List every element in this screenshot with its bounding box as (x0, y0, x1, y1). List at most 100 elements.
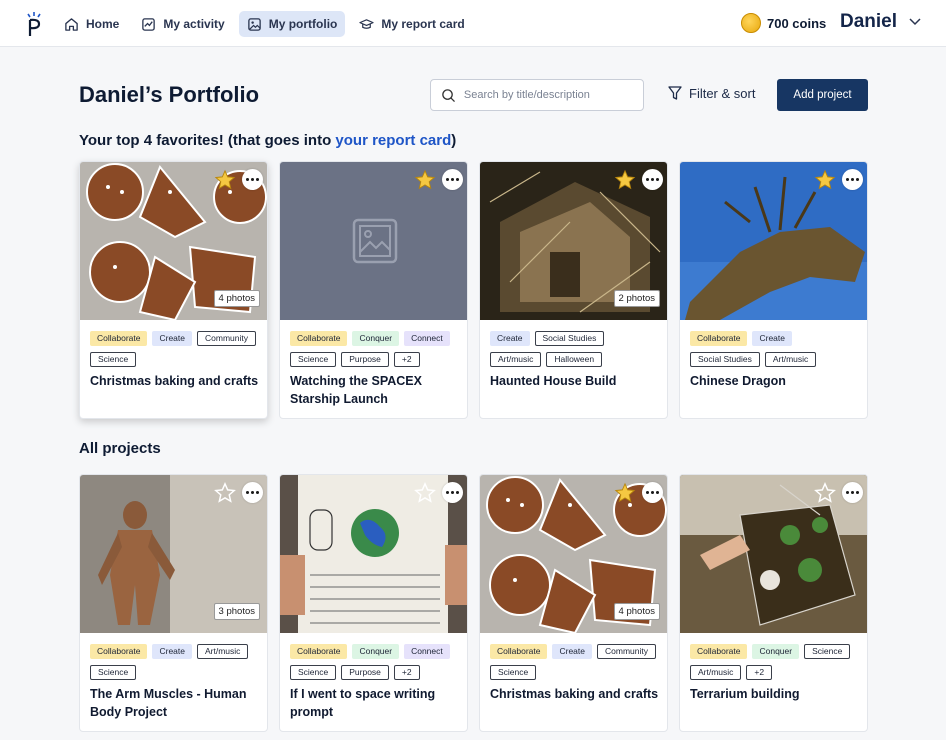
project-thumbnail[interactable] (280, 162, 467, 320)
more-options-icon[interactable] (442, 482, 463, 503)
terrarium-photo (680, 475, 867, 633)
chevron-down-icon (909, 18, 921, 26)
search-icon (442, 88, 455, 102)
portfolio-icon (247, 17, 261, 31)
tag: Connect (404, 331, 450, 346)
more-options-icon[interactable] (442, 169, 463, 190)
tag: Conquer (752, 644, 800, 659)
star-outline-icon[interactable] (414, 482, 436, 504)
project-thumbnail[interactable]: 3 photos (80, 475, 267, 633)
tag: +2 (746, 665, 773, 680)
photo-count-badge: 2 photos (613, 290, 660, 307)
tag: Community (197, 331, 256, 346)
nav-home[interactable]: Home (56, 11, 127, 37)
search-input[interactable] (463, 89, 633, 101)
photo-count-badge: 4 photos (613, 603, 660, 620)
top-navbar: Home My activity My portfolio My report … (0, 0, 946, 47)
tag: Community (597, 644, 656, 659)
user-menu[interactable]: Daniel (840, 11, 921, 33)
photo-count-badge: 3 photos (213, 603, 260, 620)
coins-label: 700 coins (767, 15, 827, 31)
tag: Art/music (690, 665, 742, 680)
project-card[interactable]: 3 photos Collaborate Create Art/music Sc… (79, 474, 268, 732)
project-thumbnail[interactable] (280, 475, 467, 633)
project-thumbnail[interactable]: 4 photos (480, 475, 667, 633)
star-outline-icon[interactable] (214, 482, 236, 504)
all-projects-heading: All projects (79, 440, 161, 457)
nav-my-portfolio[interactable]: My portfolio (238, 11, 346, 37)
tag-list: Collaborate Create Community Science (480, 633, 667, 680)
nav-my-activity[interactable]: My activity (133, 11, 232, 37)
tag-list: Collaborate Conquer Connect Science Purp… (280, 320, 467, 367)
add-project-button[interactable]: Add project (777, 79, 868, 111)
image-placeholder-icon (352, 218, 397, 264)
star-filled-icon[interactable] (614, 169, 636, 191)
graduation-cap-icon (359, 18, 375, 29)
tag: Collaborate (690, 331, 748, 346)
star-filled-icon[interactable] (614, 482, 636, 504)
more-options-icon[interactable] (842, 169, 863, 190)
project-title: Christmas baking and crafts (90, 374, 259, 388)
favorites-heading: Your top 4 favorites! (that goes into yo… (79, 132, 456, 149)
favorites-heading-prefix: Your top 4 favorites! (that goes into (79, 132, 336, 149)
more-options-icon[interactable] (242, 482, 263, 503)
tag: +2 (393, 352, 420, 367)
project-thumbnail[interactable] (680, 475, 867, 633)
project-card[interactable]: Collaborate Conquer Connect Science Purp… (279, 474, 468, 732)
tag: Science (290, 352, 337, 367)
tag: Halloween (546, 352, 603, 367)
more-options-icon[interactable] (642, 482, 663, 503)
project-thumbnail[interactable]: 4 photos (80, 162, 267, 320)
all-projects-row: 3 photos Collaborate Create Art/music Sc… (79, 474, 868, 732)
star-filled-icon[interactable] (814, 169, 836, 191)
coins-balance: 700 coins (741, 13, 826, 33)
nav-portfolio-label: My portfolio (268, 17, 338, 31)
favorites-heading-suffix: ) (451, 132, 457, 149)
tag: Science (90, 352, 137, 367)
tag-list: Collaborate Create Art/music Science (80, 633, 267, 680)
star-filled-icon[interactable] (414, 169, 436, 191)
project-title: Chinese Dragon (690, 374, 786, 388)
project-thumbnail[interactable]: 2 photos (480, 162, 667, 320)
project-title: Christmas baking and crafts (490, 687, 659, 701)
report-card-link[interactable]: your report card (335, 132, 451, 149)
tag: Science (490, 665, 537, 680)
tag: Create (752, 331, 792, 346)
page-title: Daniel’s Portfolio (79, 82, 260, 107)
tag: Collaborate (90, 644, 148, 659)
project-card[interactable]: 4 photos Collaborate Create Community Sc… (479, 474, 668, 732)
tag: Create (152, 331, 192, 346)
project-thumbnail[interactable] (680, 162, 867, 320)
filter-sort-label: Filter & sort (689, 86, 756, 101)
project-card[interactable]: Collaborate Conquer Science Art/music +2… (679, 474, 868, 732)
star-filled-icon[interactable] (214, 169, 236, 191)
project-card[interactable]: Collaborate Conquer Connect Science Purp… (279, 161, 468, 419)
user-name: Daniel (840, 11, 898, 32)
tag: Art/music (764, 352, 817, 367)
more-options-icon[interactable] (642, 169, 663, 190)
tag: Science (290, 665, 337, 680)
star-outline-icon[interactable] (814, 482, 836, 504)
home-icon (65, 17, 78, 31)
search-box[interactable] (430, 79, 644, 111)
tag: Art/music (490, 352, 542, 367)
tag-list: Collaborate Conquer Connect Science Purp… (280, 633, 467, 680)
project-card[interactable]: Collaborate Create Social Studies Art/mu… (679, 161, 868, 419)
tag: Social Studies (690, 352, 760, 367)
space-worksheet-photo (280, 475, 467, 633)
photo-count-badge: 4 photos (213, 290, 260, 307)
nav-report-card-label: My report card (381, 17, 465, 31)
project-title: Watching the SPACEX Starship Launch (290, 374, 422, 406)
favorites-row: 4 photos Collaborate Create Community Sc… (79, 161, 868, 419)
more-options-icon[interactable] (842, 482, 863, 503)
project-card[interactable]: 4 photos Collaborate Create Community Sc… (79, 161, 268, 419)
more-options-icon[interactable] (242, 169, 263, 190)
nav-my-report-card[interactable]: My report card (351, 11, 472, 37)
activity-icon (142, 17, 156, 31)
filter-sort-button[interactable]: Filter & sort (668, 86, 755, 101)
tag: Conquer (352, 331, 400, 346)
tag: Create (152, 644, 192, 659)
project-card[interactable]: 2 photos Create Social Studies Art/music… (479, 161, 668, 419)
app-logo-icon[interactable] (26, 11, 42, 37)
tag-list: Collaborate Create Social Studies Art/mu… (680, 320, 867, 367)
